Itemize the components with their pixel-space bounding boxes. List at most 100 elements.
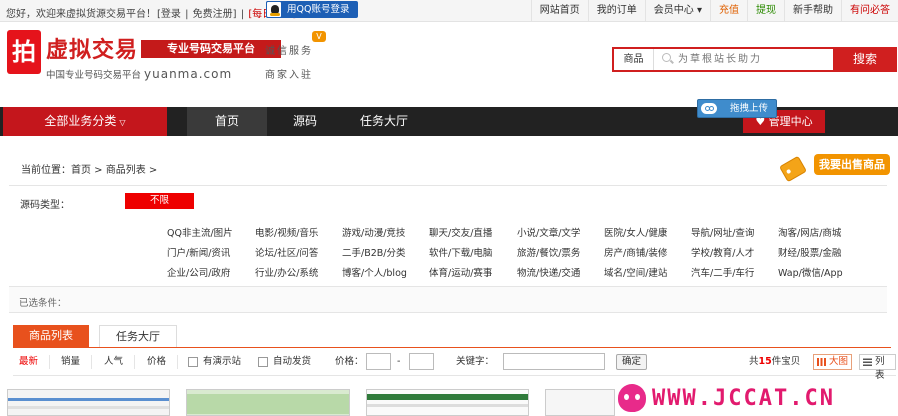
topnav-qa[interactable]: 有问必答 [841, 0, 898, 22]
nav-source-code[interactable]: 源码 [267, 107, 343, 136]
drag-upload-button[interactable]: 拖拽上传 [697, 99, 777, 118]
filter-option[interactable]: 导航/网址/查询 [691, 225, 754, 239]
topnav-orders[interactable]: 我的订单 [587, 0, 645, 22]
price-max-input[interactable] [409, 353, 434, 370]
selected-conditions-label: 已选条件： [19, 298, 67, 309]
filter-option[interactable]: 博客/个人/blog [342, 265, 407, 279]
sort-sales[interactable]: 销量 [61, 348, 80, 376]
filter-option[interactable]: 房产/商铺/装修 [604, 245, 667, 259]
count-suffix: 件宝贝 [771, 356, 801, 367]
topnav-home[interactable]: 网站首页 [530, 0, 588, 22]
logo-domain: yuanma.com [144, 67, 233, 81]
sort-price[interactable]: 价格 [147, 348, 166, 376]
product-thumbnail[interactable] [7, 389, 170, 416]
auto-ship-checkbox[interactable] [258, 357, 268, 367]
qq-login-button[interactable]: 用QQ账号登录 [266, 1, 358, 18]
filter-option[interactable]: 域名/空间/建站 [604, 265, 667, 279]
selected-conditions: 已选条件： [9, 287, 887, 313]
search-category[interactable]: 商品 [614, 49, 654, 70]
sort-newest[interactable]: 最新 [19, 348, 38, 376]
filter-option[interactable]: 旅游/餐饮/票务 [517, 245, 580, 259]
view-list-label: 列表 [875, 356, 885, 381]
search-box: 商品 搜索 [612, 47, 897, 72]
welcome-text: 您好，欢迎来虚拟货源交易平台！[登录 | 免费注册] | [每日签到] [6, 5, 297, 20]
search-button[interactable]: 搜索 [833, 47, 897, 72]
divider [177, 355, 178, 369]
register-link[interactable]: 免费注册] [193, 9, 237, 20]
product-thumbnail[interactable] [366, 389, 529, 416]
filter-option[interactable]: 游戏/动漫/竞技 [342, 225, 405, 239]
filter-option[interactable]: 汽车/二手/车行 [691, 265, 754, 279]
filter-option[interactable]: 电影/视频/音乐 [255, 225, 318, 239]
filter-option[interactable]: 医院/女人/健康 [604, 225, 667, 239]
nav-home[interactable]: 首页 [187, 107, 267, 136]
topnav-member-center[interactable]: 会员中心 ▾ [644, 0, 710, 22]
filter-option[interactable]: 门户/新闻/资讯 [167, 245, 230, 259]
chevron-down-icon: ▽ [119, 118, 126, 127]
topnav-help[interactable]: 新手帮助 [784, 0, 841, 22]
filter-option[interactable]: 财经/股票/金融 [778, 245, 841, 259]
filter-option[interactable]: 小说/文章/文学 [517, 225, 580, 239]
keyword-label: 关键字： [456, 356, 495, 367]
search-input[interactable] [678, 50, 828, 69]
filter-option[interactable]: QQ非主流/图片 [167, 225, 233, 239]
filter-option[interactable]: 体育/运动/赛事 [429, 265, 492, 279]
filter-type-label: 源码类型： [20, 200, 70, 211]
filter-option[interactable]: 物流/快递/交通 [517, 265, 580, 279]
list-view-icon [863, 358, 872, 366]
divider [49, 355, 50, 369]
sort-popularity[interactable]: 人气 [104, 348, 123, 376]
price-min-input[interactable] [366, 353, 391, 370]
topnav-withdraw[interactable]: 提现 [747, 0, 784, 22]
view-large-button[interactable]: 大图 [813, 354, 853, 370]
filter-option[interactable]: 行业/办公/系统 [255, 265, 318, 279]
all-categories-label: 全部业务分类 [44, 114, 117, 128]
filter-option[interactable]: 二手/B2B/分类 [342, 245, 405, 259]
logo-subtitle: 中国专业号码交易平台 yuanma.com [46, 67, 232, 81]
grid-view-icon [817, 358, 826, 366]
auto-ship-label: 自动发货 [273, 356, 312, 367]
v-badge-icon: V [312, 31, 326, 42]
sort-bar: 最新 销量 人气 价格 有演示站 自动发货 价格： - 关键字： 确定 共15件… [13, 348, 896, 381]
filter-panel: 源码类型： 不限 QQ非主流/图片 电影/视频/音乐 游戏/动漫/竞技 聊天/交… [9, 185, 887, 287]
topnav-recharge[interactable]: 充值 [710, 0, 747, 22]
divider [134, 355, 135, 369]
has-demo-checkbox[interactable] [188, 357, 198, 367]
sell-goods-button[interactable]: 我要出售商品 [778, 152, 890, 188]
filter-no-limit[interactable]: 不限 [125, 193, 194, 209]
nav-task-hall[interactable]: 任务大厅 [343, 107, 425, 136]
tab-task-hall[interactable]: 任务大厅 [99, 325, 177, 347]
confirm-button[interactable]: 确定 [616, 354, 647, 370]
qq-penguin-icon [266, 1, 282, 18]
all-categories-button[interactable]: 全部业务分类 ▽ [3, 107, 167, 136]
logo-sub-text: 中国专业号码交易平台 [46, 70, 142, 81]
top-nav: 网站首页 我的订单 会员中心 ▾ 充值 提现 新手帮助 有问必答 [530, 0, 898, 22]
tab-goods-list[interactable]: 商品列表 [13, 325, 89, 347]
keyword-input[interactable] [503, 353, 605, 370]
cloud-upload-icon [701, 103, 717, 114]
price-tag-icon [778, 155, 808, 183]
drag-upload-label: 拖拽上传 [730, 103, 769, 114]
filter-option[interactable]: 聊天/交友/直播 [429, 225, 492, 239]
thumb-banner [8, 398, 169, 401]
filter-option[interactable]: 软件/下载/电脑 [429, 245, 492, 259]
sell-goods-label: 我要出售商品 [814, 154, 890, 175]
has-demo-label: 有演示站 [203, 356, 242, 367]
breadcrumb: 当前位置：首页 > 商品列表 > [21, 165, 158, 176]
product-thumbnail[interactable] [186, 389, 350, 416]
filter-option[interactable]: 论坛/社区/问答 [255, 245, 318, 259]
filter-option[interactable]: 淘客/网店/商城 [778, 225, 841, 239]
filter-option[interactable]: 企业/公司/政府 [167, 265, 230, 279]
logo-title: 虚拟交易 [46, 38, 139, 63]
filter-option[interactable]: Wap/微信/App [778, 265, 843, 279]
merchant-join-label[interactable]: 商家入驻 [265, 66, 313, 81]
cat-logo-icon [618, 384, 646, 412]
login-link[interactable]: [登录 [157, 9, 181, 20]
price-label: 价格： [335, 356, 364, 367]
integrity-service-label: 诚信服务 [265, 46, 313, 57]
filter-option[interactable]: 学校/教育/人才 [691, 245, 754, 259]
product-thumbnail[interactable] [545, 389, 615, 416]
thumb-banner [187, 394, 349, 414]
watermark-text: WWW.JCCAT.CN [652, 386, 835, 411]
view-list-button[interactable]: 列表 [859, 354, 896, 381]
